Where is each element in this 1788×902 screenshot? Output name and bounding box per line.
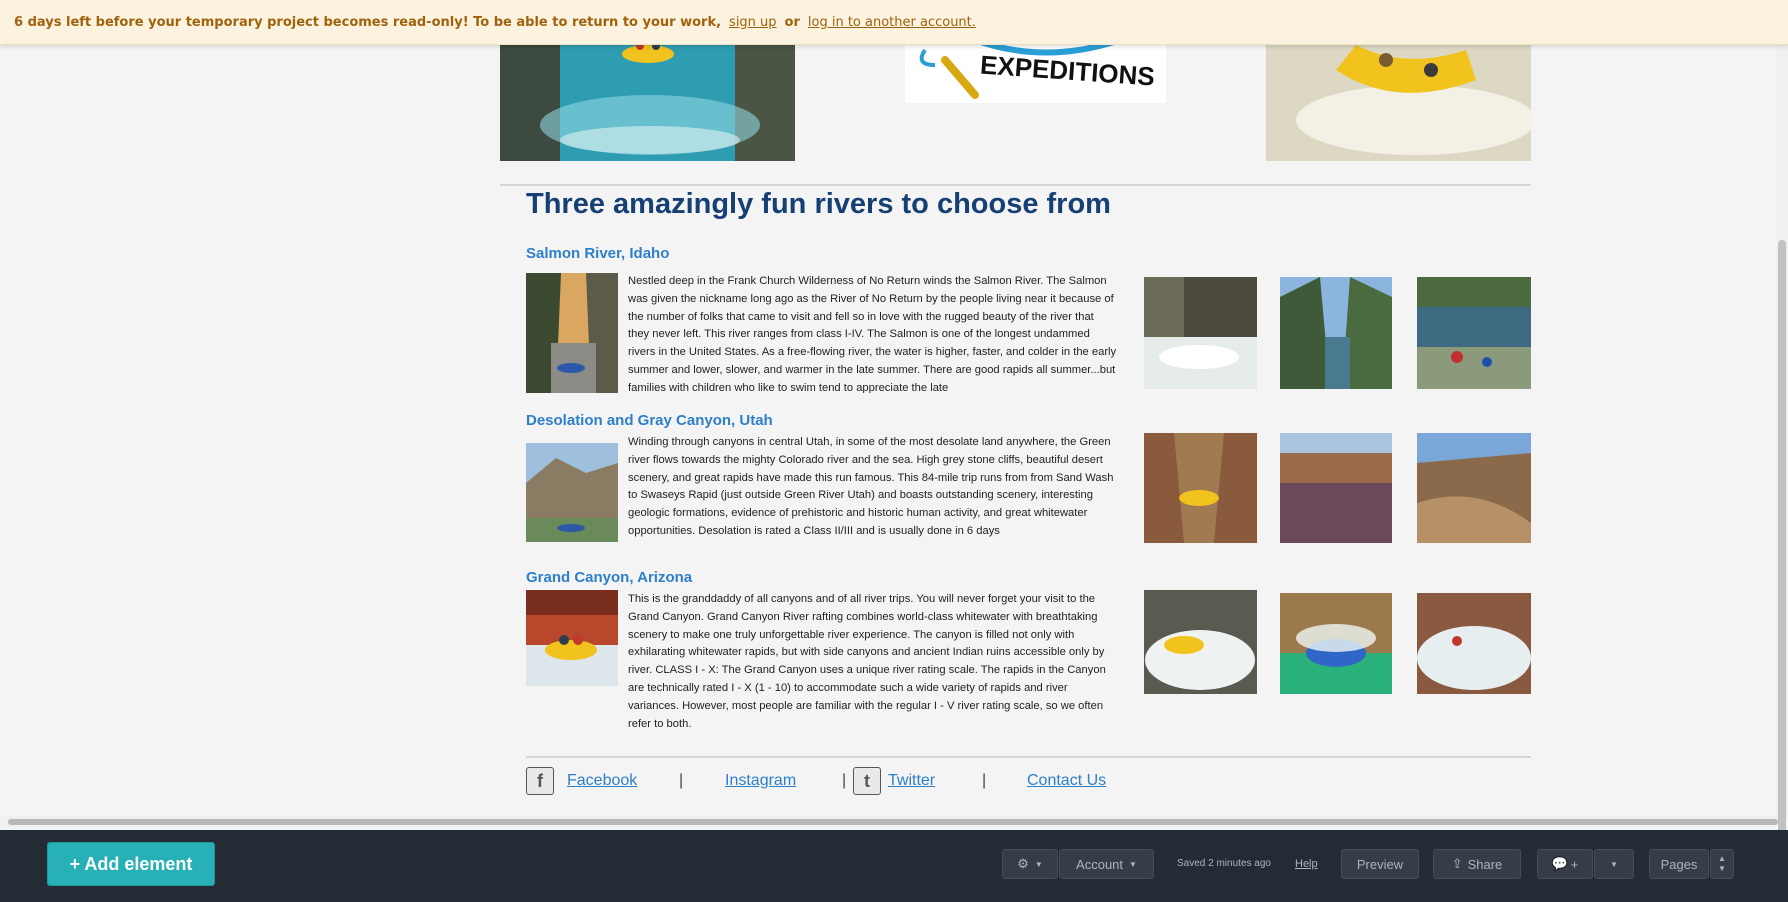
footer-separator: | <box>679 772 684 789</box>
gear-icon: ⚙ <box>1017 856 1029 871</box>
comment-plus: + <box>1570 856 1579 872</box>
comments-button[interactable]: 💬 + <box>1537 849 1593 879</box>
page-heading: Three amazingly fun rivers to choose fro… <box>526 188 1111 220</box>
comments-dropdown-button[interactable]: ▼ <box>1594 849 1634 879</box>
log-in-link[interactable]: log in to another account. <box>808 15 976 30</box>
pages-stepper[interactable]: ▲ ▼ <box>1710 849 1734 879</box>
desolation-main-image <box>526 443 618 542</box>
header-image-rafting <box>500 40 795 161</box>
grand-canyon-gallery-image[interactable] <box>1144 590 1257 694</box>
desolation-gallery-image[interactable] <box>1144 433 1257 543</box>
river-title-grand-canyon: Grand Canyon, Arizona <box>526 569 693 586</box>
vertical-scrollbar[interactable] <box>1776 45 1788 870</box>
grand-canyon-main-image <box>526 590 618 686</box>
instagram-link[interactable]: Instagram <box>725 772 796 790</box>
pages-button[interactable]: Pages <box>1649 849 1709 879</box>
banner-message: 6 days left before your temporary projec… <box>14 14 722 30</box>
contact-us-link[interactable]: Contact Us <box>1027 772 1106 790</box>
grand-canyon-gallery-image[interactable] <box>1280 593 1392 694</box>
horizontal-scrollbar-thumb[interactable] <box>8 819 1778 825</box>
river-title-desolation: Desolation and Gray Canyon, Utah <box>526 412 773 429</box>
header-image-raft-closeup <box>1266 40 1531 161</box>
add-element-button[interactable]: + Add element <box>47 842 215 886</box>
salmon-gallery-image[interactable] <box>1280 277 1392 389</box>
facebook-link[interactable]: Facebook <box>567 772 637 790</box>
salmon-gallery-image[interactable] <box>1144 277 1257 389</box>
horizontal-scrollbar[interactable] <box>0 816 1778 828</box>
help-link[interactable]: Help <box>1295 858 1318 870</box>
desolation-gallery-image[interactable] <box>1417 433 1531 543</box>
facebook-icon[interactable]: f <box>526 767 554 795</box>
footer-separator: | <box>982 772 987 789</box>
trial-warning-banner: 6 days left before your temporary projec… <box>0 0 1788 45</box>
river-description-salmon: Nestled deep in the Frank Church Wildern… <box>628 275 1117 393</box>
share-label: Share <box>1467 856 1503 872</box>
page-canvas: EXPEDITIONS Three amazingly fun rivers t… <box>0 0 1788 820</box>
preview-button[interactable]: Preview <box>1341 849 1419 879</box>
company-logo: EXPEDITIONS <box>905 40 1166 103</box>
chevron-up-icon[interactable]: ▲ <box>1718 854 1726 864</box>
pages-label: Pages <box>1660 856 1698 872</box>
banner-or: or <box>784 14 800 30</box>
twitter-link[interactable]: Twitter <box>888 772 935 790</box>
salmon-main-image <box>526 273 618 393</box>
chevron-down-icon: ▼ <box>1034 859 1043 869</box>
share-button[interactable]: ⇪ Share <box>1433 849 1521 879</box>
account-label: Account <box>1076 856 1124 872</box>
editor-toolbar: + Add element ⚙ ▼ Account ▼ Saved 2 minute… <box>0 830 1788 902</box>
footer-separator: | <box>842 772 847 789</box>
grand-canyon-gallery-image[interactable] <box>1417 593 1531 694</box>
river-title-salmon: Salmon River, Idaho <box>526 245 670 262</box>
chevron-down-icon: ▼ <box>1129 859 1137 869</box>
desolation-gallery-image[interactable] <box>1280 433 1392 543</box>
twitter-icon[interactable]: t <box>853 767 881 795</box>
section-divider-top <box>500 184 1531 186</box>
river-description-grand-canyon: This is the granddaddy of all canyons an… <box>628 593 1106 730</box>
vertical-scrollbar-thumb[interactable] <box>1778 240 1786 870</box>
section-divider-bottom <box>526 756 1531 758</box>
chevron-down-icon[interactable]: ▼ <box>1718 864 1726 874</box>
share-icon: ⇪ <box>1451 856 1463 871</box>
salmon-gallery-image[interactable] <box>1417 277 1531 389</box>
save-status: Saved 2 minutes ago <box>1177 858 1271 869</box>
chevron-down-icon: ▼ <box>1610 859 1618 869</box>
settings-button[interactable]: ⚙ ▼ <box>1002 849 1058 879</box>
sign-up-link[interactable]: sign up <box>729 15 777 30</box>
comment-icon: 💬 <box>1551 856 1568 871</box>
river-description-desolation: Winding through canyons in central Utah,… <box>628 436 1114 537</box>
account-button[interactable]: Account ▼ <box>1059 849 1154 879</box>
